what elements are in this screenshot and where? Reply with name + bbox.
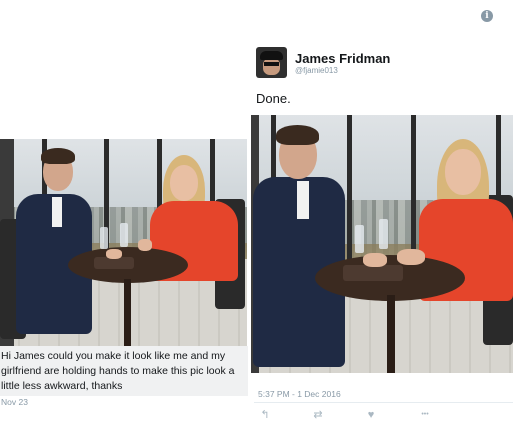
tweet-timestamp[interactable]: 5:37 PM - 1 Dec 2016	[258, 389, 341, 399]
user-handle[interactable]: @fjamie013	[295, 66, 338, 75]
heart-icon[interactable]: ♥	[364, 409, 378, 421]
original-tweet-text: Hi James could you make it look like me …	[1, 350, 235, 392]
original-photo	[0, 139, 247, 346]
retweet-icon[interactable]: ⇄	[311, 409, 325, 421]
display-name[interactable]: James Fridman	[295, 51, 390, 66]
info-icon[interactable]: i	[481, 10, 493, 22]
original-tweet-date[interactable]: Nov 23	[1, 397, 28, 407]
avatar[interactable]	[256, 47, 287, 78]
reply-icon[interactable]: ↰	[258, 409, 272, 421]
tweet-text: Done.	[256, 91, 291, 106]
actions-divider	[254, 402, 513, 403]
more-icon[interactable]: •••	[416, 409, 434, 421]
edited-photo[interactable]	[251, 115, 513, 373]
